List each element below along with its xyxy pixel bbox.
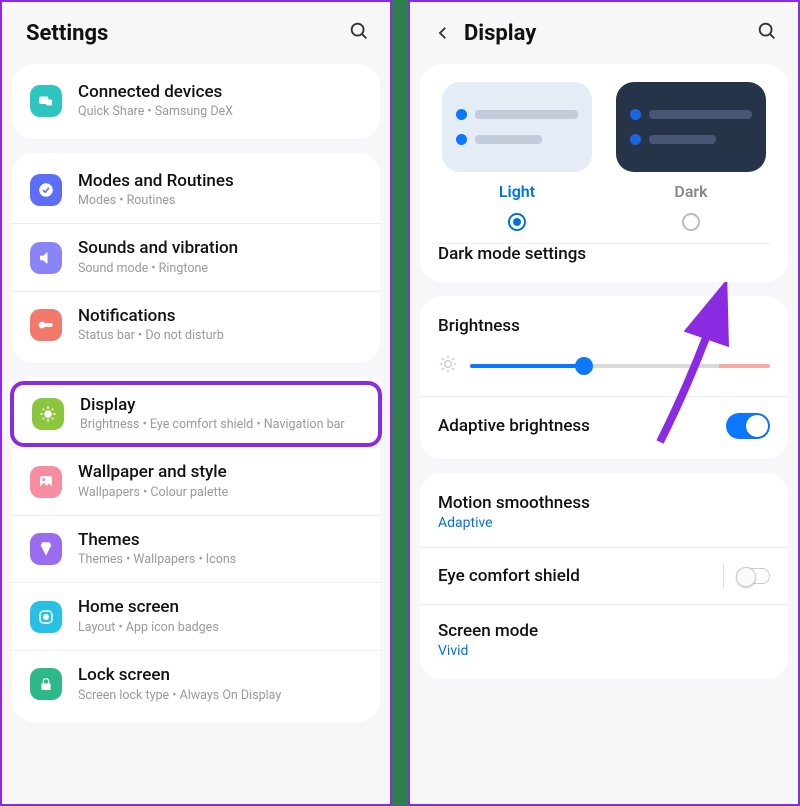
brightness-row: Brightness: [420, 300, 788, 340]
row-title: Wallpaper and style: [78, 462, 362, 482]
wallpaper-icon: [30, 466, 62, 498]
row-subtitle: Themes • Wallpapers • Icons: [78, 552, 362, 568]
search-icon: [348, 20, 370, 42]
row-text: Home screen Layout • App icon badges: [78, 597, 362, 636]
light-label: Light: [438, 182, 596, 201]
row-title: Themes: [78, 530, 362, 550]
settings-item-wallpaper[interactable]: Wallpaper and style Wallpapers • Colour …: [12, 447, 380, 515]
search-icon: [756, 20, 778, 42]
adaptive-brightness-label: Adaptive brightness: [438, 416, 590, 436]
motion-smoothness-label: Motion smoothness: [438, 493, 590, 513]
eye-comfort-label: Eye comfort shield: [438, 566, 580, 586]
themes-icon: [30, 533, 62, 565]
settings-card-3: Display Brightness • Eye comfort shield …: [12, 377, 380, 722]
connected-devices-icon: [30, 85, 62, 117]
row-subtitle: Wallpapers • Colour palette: [78, 485, 362, 501]
row-subtitle: Sound mode • Ringtone: [78, 261, 362, 277]
brightness-card: Brightness Adaptive brightness: [420, 296, 788, 459]
dark-mode-settings-label: Dark mode settings: [438, 244, 770, 264]
back-button[interactable]: [434, 24, 452, 42]
modes-icon: [30, 174, 62, 206]
screen-mode-row[interactable]: Screen mode Vivid: [420, 604, 788, 675]
search-button[interactable]: [348, 20, 370, 46]
display-header: Display: [410, 2, 798, 64]
row-text: Notifications Status bar • Do not distur…: [78, 306, 362, 345]
light-radio[interactable]: [508, 213, 526, 231]
settings-item-lock[interactable]: Lock screen Screen lock type • Always On…: [12, 650, 380, 718]
row-subtitle: Quick Share • Samsung DeX: [78, 104, 362, 120]
screen-mode-value: Vivid: [438, 643, 538, 659]
lock-icon: [30, 668, 62, 700]
settings-item-themes[interactable]: Themes Themes • Wallpapers • Icons: [12, 515, 380, 583]
notifications-icon: [30, 309, 62, 341]
slider-thumb[interactable]: [575, 357, 593, 375]
dark-radio[interactable]: [682, 213, 700, 231]
brightness-icon: [438, 354, 458, 378]
adaptive-brightness-row[interactable]: Adaptive brightness: [420, 396, 788, 455]
settings-screen: Settings Connected devices Quick Share •…: [0, 0, 392, 806]
settings-card-1: Connected devices Quick Share • Samsung …: [12, 64, 380, 139]
settings-card-2: Modes and Routines Modes • Routines Soun…: [12, 153, 380, 363]
settings-title: Settings: [26, 21, 108, 46]
row-text: Modes and Routines Modes • Routines: [78, 171, 362, 210]
theme-card: Light Dark Dark mode settings: [420, 64, 788, 282]
row-subtitle: Screen lock type • Always On Display: [78, 688, 362, 704]
row-title: Notifications: [78, 306, 362, 326]
settings-item-display[interactable]: Display Brightness • Eye comfort shield …: [10, 381, 382, 448]
row-text: Connected devices Quick Share • Samsung …: [78, 82, 362, 121]
settings-item-home[interactable]: Home screen Layout • App icon badges: [12, 582, 380, 650]
settings-item-notifications[interactable]: Notifications Status bar • Do not distur…: [12, 291, 380, 359]
light-preview: [442, 82, 592, 172]
display-icon: [32, 398, 64, 430]
eye-comfort-toggle[interactable]: [736, 568, 770, 584]
row-text: Wallpaper and style Wallpapers • Colour …: [78, 462, 362, 501]
row-subtitle: Modes • Routines: [78, 193, 362, 209]
adaptive-brightness-toggle[interactable]: [726, 413, 770, 439]
settings-item-modes[interactable]: Modes and Routines Modes • Routines: [12, 157, 380, 224]
theme-option-dark[interactable]: Dark: [612, 82, 770, 231]
row-title: Display: [80, 395, 360, 415]
dark-mode-settings-row[interactable]: Dark mode settings: [438, 243, 770, 264]
chevron-left-icon: [434, 23, 452, 43]
motion-smoothness-value: Adaptive: [438, 515, 590, 531]
row-text: Display Brightness • Eye comfort shield …: [80, 395, 360, 434]
sound-icon: [30, 242, 62, 274]
theme-option-light[interactable]: Light: [438, 82, 596, 231]
screen-mode-label: Screen mode: [438, 621, 538, 641]
row-title: Home screen: [78, 597, 362, 617]
home-icon: [30, 601, 62, 633]
search-button[interactable]: [756, 20, 778, 46]
row-subtitle: Layout • App icon badges: [78, 620, 362, 636]
settings-item-sounds[interactable]: Sounds and vibration Sound mode • Ringto…: [12, 223, 380, 291]
motion-smoothness-row[interactable]: Motion smoothness Adaptive: [420, 477, 788, 547]
row-title: Lock screen: [78, 665, 362, 685]
row-title: Connected devices: [78, 82, 362, 102]
brightness-label: Brightness: [438, 316, 520, 336]
row-text: Sounds and vibration Sound mode • Ringto…: [78, 238, 362, 277]
brightness-slider-row: [420, 340, 788, 396]
dark-label: Dark: [612, 182, 770, 201]
row-title: Sounds and vibration: [78, 238, 362, 258]
brightness-slider[interactable]: [470, 364, 770, 368]
display-options-card: Motion smoothness Adaptive Eye comfort s…: [420, 473, 788, 679]
dark-preview: [616, 82, 766, 172]
row-title: Modes and Routines: [78, 171, 362, 191]
display-screen: Display Light Dark: [408, 0, 800, 806]
row-text: Themes Themes • Wallpapers • Icons: [78, 530, 362, 569]
row-subtitle: Status bar • Do not disturb: [78, 328, 362, 344]
settings-item-connected-devices[interactable]: Connected devices Quick Share • Samsung …: [12, 68, 380, 135]
row-text: Lock screen Screen lock type • Always On…: [78, 665, 362, 704]
display-title: Display: [464, 21, 536, 46]
settings-header: Settings: [2, 2, 390, 64]
row-subtitle: Brightness • Eye comfort shield • Naviga…: [80, 417, 360, 433]
eye-comfort-row[interactable]: Eye comfort shield: [420, 547, 788, 604]
